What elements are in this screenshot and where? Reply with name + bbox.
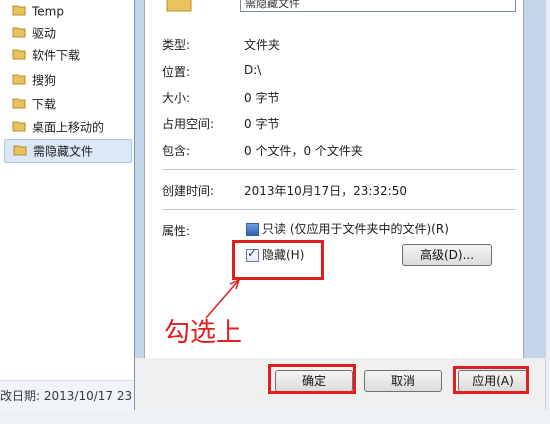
folder-icon — [12, 1, 26, 23]
annotation-text: 勾选上 — [164, 318, 243, 348]
highlight-apply-button — [453, 366, 529, 394]
cancel-button[interactable]: 取消 — [364, 370, 442, 392]
folder-icon — [12, 45, 26, 67]
status-bar-modified-date: 改日期: 2013/10/17 23 — [0, 380, 150, 411]
size-value: 0 字节 — [244, 91, 280, 105]
attributes-label: 属性: — [162, 224, 191, 238]
separator — [162, 169, 516, 170]
folder-large-icon — [166, 0, 192, 15]
tree-item-hidden-folder[interactable]: 需隐藏文件 — [4, 139, 132, 163]
background-strip-bottom — [0, 410, 550, 424]
created-label: 创建时间: — [162, 184, 215, 198]
contains-value: 0 个文件，0 个文件夹 — [244, 144, 363, 158]
highlight-hidden-checkbox — [232, 240, 324, 280]
type-label: 类型: — [162, 38, 191, 52]
disk-size-label: 占用空间: — [162, 117, 215, 131]
folder-icon — [12, 23, 26, 45]
folder-tree: Temp 驱动 软件下载 搜狗 下载 桌面上移动的 需隐藏文件 — [0, 0, 150, 380]
size-label: 大小: — [162, 91, 191, 105]
folder-icon — [12, 94, 26, 116]
separator — [162, 209, 516, 210]
folder-name-input[interactable]: 需隐藏文件 — [240, 0, 516, 12]
contains-label: 包含: — [162, 144, 191, 158]
tree-item-label: Temp — [32, 4, 64, 19]
location-value: D:\ — [244, 63, 262, 77]
location-label: 位置: — [162, 65, 191, 79]
folder-icon — [13, 141, 27, 163]
readonly-label: 只读 (仅应用于文件夹中的文件)(R) — [262, 222, 449, 236]
created-value: 2013年10月17日，23:32:50 — [244, 184, 407, 198]
folder-icon — [12, 117, 26, 139]
readonly-checkbox[interactable] — [246, 223, 259, 236]
tree-item-temp[interactable]: Temp — [0, 0, 138, 22]
tree-item-download[interactable]: 下载 — [0, 93, 138, 115]
tree-item-software-download[interactable]: 软件下载 — [0, 44, 138, 66]
tree-item-label: 桌面上移动的 — [32, 120, 105, 135]
tree-item-sogou[interactable]: 搜狗 — [0, 69, 138, 91]
disk-size-value: 0 字节 — [244, 117, 280, 131]
advanced-button[interactable]: 高级(D)... — [402, 244, 492, 266]
tree-item-label: 软件下载 — [32, 48, 81, 63]
tree-item-drivers[interactable]: 驱动 — [0, 22, 138, 44]
tree-item-label: 驱动 — [32, 26, 57, 41]
tree-item-label: 下载 — [32, 97, 57, 112]
background-strip — [546, 0, 550, 424]
tree-item-label: 需隐藏文件 — [33, 144, 94, 159]
tree-item-label: 搜狗 — [32, 73, 57, 88]
properties-general-panel — [144, 0, 524, 359]
highlight-ok-button — [268, 364, 356, 394]
type-value: 文件夹 — [244, 38, 281, 52]
folder-icon — [12, 70, 26, 92]
tree-item-moved-from-desktop[interactable]: 桌面上移动的 — [0, 116, 138, 138]
